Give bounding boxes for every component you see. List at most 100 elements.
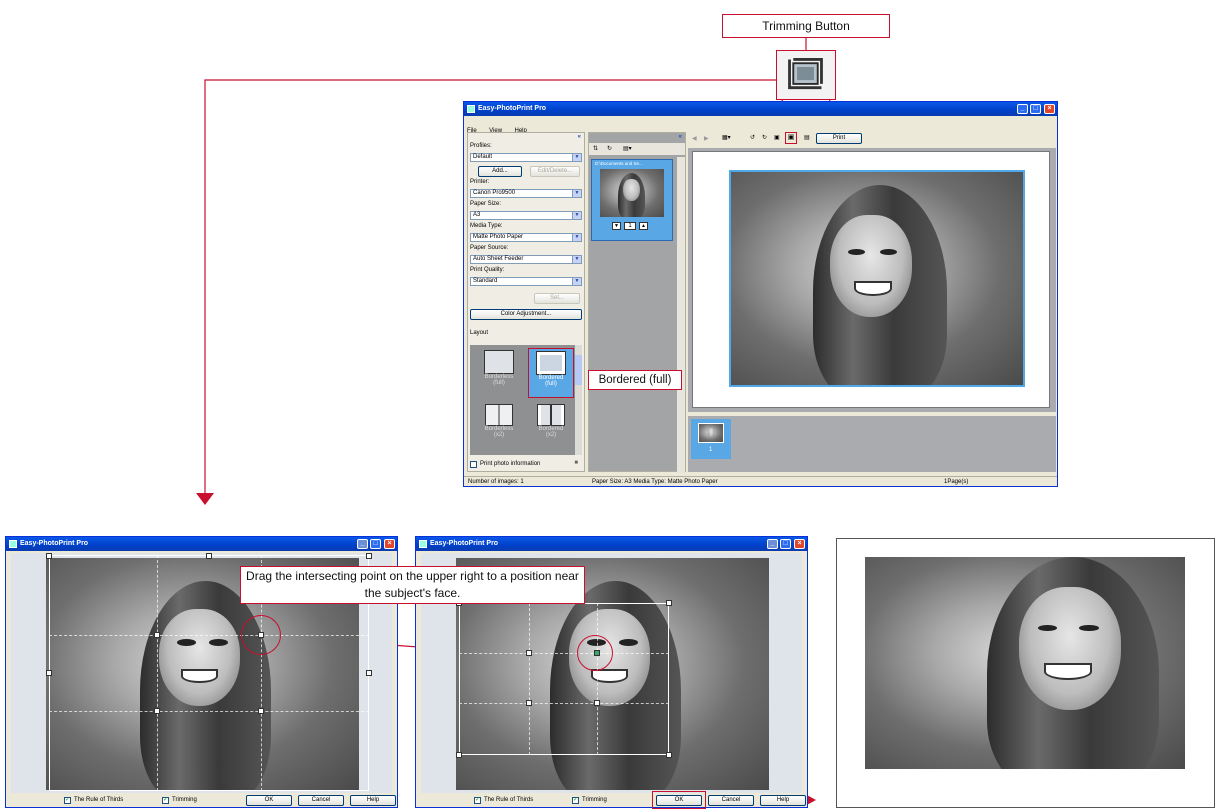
crop-handle[interactable] xyxy=(666,600,672,606)
preview-photo[interactable] xyxy=(729,170,1025,387)
rotate-right-icon[interactable]: ↻ xyxy=(762,134,767,141)
layout-borderless-full[interactable]: Borderless (full) xyxy=(474,348,524,398)
crop-handle[interactable] xyxy=(666,752,672,758)
close-button[interactable]: × xyxy=(1044,104,1055,114)
layout-thumb-icon xyxy=(537,404,565,426)
minimize-button[interactable]: _ xyxy=(357,539,368,549)
collapse-thumbs-icon[interactable]: « xyxy=(679,134,682,140)
crop-handle[interactable] xyxy=(456,752,462,758)
maximize-button[interactable]: □ xyxy=(780,539,791,549)
info-icon[interactable]: ■ xyxy=(574,460,578,466)
color-adjustment-label: Color Adjustment... xyxy=(500,311,552,317)
rotate-icon[interactable]: ↻ xyxy=(607,145,612,152)
set-button-label: Set... xyxy=(549,295,564,301)
crop-frame[interactable] xyxy=(459,603,669,755)
printer-value: Canon Pro9500 xyxy=(473,190,516,196)
chevron-down-icon: ▼ xyxy=(572,190,581,197)
crop-handle[interactable] xyxy=(46,670,52,676)
help-button[interactable]: Help xyxy=(350,795,396,806)
collapse-panel-icon[interactable]: « xyxy=(578,134,581,140)
ok-button[interactable]: OK xyxy=(246,795,292,806)
help-button[interactable]: Help xyxy=(760,795,806,806)
layout-scrollbar-thumb[interactable] xyxy=(575,355,582,385)
prev-page-icon[interactable]: ◀ xyxy=(692,135,697,142)
minimize-button[interactable]: _ xyxy=(1017,104,1028,114)
photo-mouth xyxy=(1044,663,1093,680)
crop-handle[interactable] xyxy=(206,553,212,559)
thumbs-toolbar: ⇅ ↻ ▤▾ xyxy=(589,143,685,155)
intersect-handle[interactable] xyxy=(258,708,264,714)
cancel-button[interactable]: Cancel xyxy=(298,795,344,806)
set-button[interactable]: Set... xyxy=(534,293,580,304)
maximize-button[interactable]: □ xyxy=(1030,104,1041,114)
thumbnail-panel: « ⇅ ↻ ▤▾ D:\Documents and Se... ▼ 1 ▲ xyxy=(588,132,686,473)
thirds-line-v1 xyxy=(157,555,158,791)
rule-of-thirds-checkbox[interactable]: ✓ xyxy=(64,797,71,804)
close-button[interactable]: × xyxy=(384,539,395,549)
trimming-checkbox[interactable]: ✓ xyxy=(572,797,579,804)
status-images: Number of images: 1 xyxy=(468,479,524,485)
chevron-down-icon: ▼ xyxy=(572,256,581,263)
copies-up-button[interactable]: ▲ xyxy=(639,222,648,230)
trim-left-titlebar: Easy-PhotoPrint Pro _ □ × xyxy=(6,537,397,551)
minimize-button[interactable]: _ xyxy=(767,539,778,549)
intersect-handle[interactable] xyxy=(594,700,600,706)
layout-bordered-full[interactable]: Bordered (full) xyxy=(528,348,574,398)
copies-down-button[interactable]: ▼ xyxy=(612,222,621,230)
page-thumb[interactable]: 1 xyxy=(691,419,731,459)
crop-handle[interactable] xyxy=(366,670,372,676)
crop-handle[interactable] xyxy=(46,553,52,559)
trimming-icon xyxy=(788,58,823,90)
add-button[interactable]: Add... xyxy=(478,166,522,177)
copies-count[interactable]: 1 xyxy=(624,222,636,230)
cancel-button[interactable]: Cancel xyxy=(708,795,754,806)
status-paper: Paper Size: A3 Media Type: Matte Photo P… xyxy=(592,479,718,485)
paper-source-select[interactable]: Auto Sheet Feeder ▼ xyxy=(470,255,582,264)
chevron-down-icon: ▼ xyxy=(572,212,581,219)
print-button-label: Print xyxy=(832,135,846,141)
intersect-handle[interactable] xyxy=(154,708,160,714)
layout-borderless-x2[interactable]: Borderless (x2) xyxy=(474,402,524,452)
trimming-checkbox[interactable]: ✓ xyxy=(162,797,169,804)
print-quality-select[interactable]: Standard ▼ xyxy=(470,277,582,286)
trimming-button-callout: Trimming Button xyxy=(722,14,890,38)
edit-delete-button[interactable]: Edit/Delete... xyxy=(530,166,580,177)
intersect-handle[interactable] xyxy=(526,700,532,706)
media-type-select[interactable]: Matte Photo Paper ▼ xyxy=(470,233,582,242)
rotate-left-icon[interactable]: ↺ xyxy=(750,134,755,141)
intersect-handle[interactable] xyxy=(154,632,160,638)
profiles-select[interactable]: Default ▼ xyxy=(470,153,582,162)
intersect-handle[interactable] xyxy=(526,650,532,656)
print-preview-icon[interactable]: ▤ xyxy=(804,134,810,141)
next-page-icon[interactable]: ▶ xyxy=(704,135,709,142)
maximize-button[interactable]: □ xyxy=(370,539,381,549)
sort-icon[interactable]: ⇅ xyxy=(593,145,598,152)
thumbnail-item[interactable]: D:\Documents and Se... ▼ 1 ▲ xyxy=(591,159,673,241)
ok-button[interactable]: OK xyxy=(656,795,702,806)
trim-left-title: Easy-PhotoPrint Pro xyxy=(20,540,89,547)
page-layout-icon[interactable]: ▦▾ xyxy=(722,134,731,141)
view-mode-icon[interactable]: ▤▾ xyxy=(623,145,632,152)
trimming-toolbar-button[interactable]: ▣ xyxy=(785,132,797,144)
fit-icon[interactable]: ▣ xyxy=(774,134,780,141)
crop-handle[interactable] xyxy=(366,553,372,559)
bordered-full-callout-text: Bordered (full) xyxy=(598,374,672,386)
layout-scrollbar[interactable] xyxy=(575,345,582,455)
print-photo-info-checkbox[interactable]: ✓ xyxy=(470,461,477,468)
paper-size-select[interactable]: A3 ▼ xyxy=(470,211,582,220)
printer-select[interactable]: Canon Pro9500 ▼ xyxy=(470,189,582,198)
drag-instruction-text: Drag the intersecting point on the upper… xyxy=(246,569,579,600)
color-adjustment-button[interactable]: Color Adjustment... xyxy=(470,309,582,320)
print-button[interactable]: Print xyxy=(816,133,862,144)
app-icon xyxy=(467,105,475,113)
close-button[interactable]: × xyxy=(794,539,805,549)
trimming-label: Trimming xyxy=(582,797,607,803)
ok-label: OK xyxy=(674,797,684,803)
main-window-title: Easy-PhotoPrint Pro xyxy=(478,105,547,112)
layout-thumb-icon xyxy=(536,351,566,375)
photo-face xyxy=(1018,586,1121,710)
rule-of-thirds-checkbox[interactable]: ✓ xyxy=(474,797,481,804)
thumbs-scrollbar[interactable] xyxy=(677,157,685,473)
layout-bordered-x2[interactable]: Bordered (x2) xyxy=(528,402,574,452)
trim-right-titlebar: Easy-PhotoPrint Pro _ □ × xyxy=(416,537,807,551)
